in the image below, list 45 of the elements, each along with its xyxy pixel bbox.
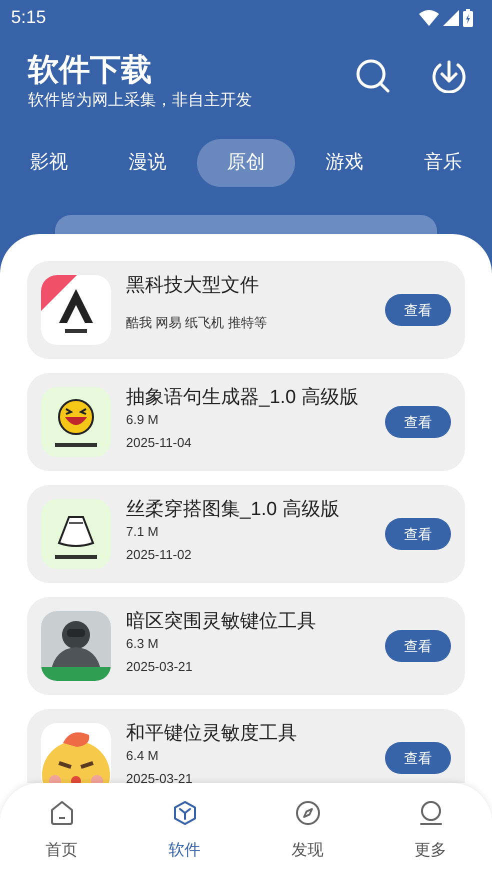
battery-icon xyxy=(463,8,473,26)
category-tab[interactable]: 原创 xyxy=(197,139,295,187)
category-tab[interactable]: 影视 xyxy=(0,139,98,187)
signal-icon xyxy=(443,10,459,26)
app-size: 6.3 M xyxy=(126,636,160,652)
nav-tab[interactable]: 发现 xyxy=(246,783,369,875)
app-size: 7.1 M xyxy=(126,524,160,540)
compass-icon xyxy=(294,800,320,826)
view-button[interactable]: 查看 xyxy=(385,742,451,774)
view-button[interactable]: 查看 xyxy=(385,406,451,438)
page-subtitle: 软件皆为网上采集，非自主开发 xyxy=(28,90,252,111)
app-date: 2025-03-21 xyxy=(126,771,194,783)
nav-tab[interactable]: 更多 xyxy=(369,783,492,875)
app-date: 2025-11-04 xyxy=(126,435,193,451)
status-time: 5:15 xyxy=(11,6,46,29)
page-title: 软件下载 xyxy=(28,51,153,90)
wifi-icon xyxy=(419,10,439,26)
search-icon[interactable] xyxy=(356,59,390,93)
app-card[interactable]: 丝柔穿搭图集_1.0 高级版 7.1 M 2025-11-02 查看 xyxy=(27,485,465,583)
app-card[interactable]: 暗区突围灵敏键位工具 6.3 M 2025-03-21 查看 xyxy=(27,597,465,695)
app-name: 和平键位灵敏度工具 xyxy=(126,722,298,746)
category-tab[interactable]: 游戏 xyxy=(296,139,394,187)
app-description: 酷我 网易 纸飞机 推特等 xyxy=(126,314,268,332)
app-card[interactable]: 抽象语句生成器_1.0 高级版 6.9 M 2025-11-04 查看 xyxy=(27,373,465,471)
app-size: 6.4 M xyxy=(126,748,160,764)
download-icon[interactable] xyxy=(432,59,466,93)
nav-tab[interactable]: 软件 xyxy=(123,783,246,875)
profile-icon xyxy=(418,800,444,826)
view-button[interactable]: 查看 xyxy=(385,630,451,662)
view-button[interactable]: 查看 xyxy=(385,518,451,550)
app-name: 抽象语句生成器_1.0 高级版 xyxy=(126,386,360,410)
cube-icon xyxy=(172,800,198,826)
app-card[interactable]: 和平键位灵敏度工具 6.4 M 2025-03-21 查看 xyxy=(27,709,465,783)
app-date: 2025-03-21 xyxy=(126,659,194,675)
nav-tab[interactable]: 首页 xyxy=(0,783,123,875)
app-size: 6.9 M xyxy=(126,412,160,428)
category-tab[interactable]: 漫说 xyxy=(98,139,196,187)
app-name: 暗区突围灵敏键位工具 xyxy=(126,610,317,634)
home-icon xyxy=(48,800,74,826)
app-card[interactable]: 黑科技大型文件 酷我 网易 纸飞机 推特等 查看 xyxy=(27,261,465,359)
app-name: 丝柔穿搭图集_1.0 高级版 xyxy=(126,498,340,522)
app-name: 黑科技大型文件 xyxy=(126,274,260,298)
category-tab[interactable]: 音乐 xyxy=(394,139,492,187)
app-date: 2025-11-02 xyxy=(126,547,193,563)
view-button[interactable]: 查看 xyxy=(385,294,451,326)
